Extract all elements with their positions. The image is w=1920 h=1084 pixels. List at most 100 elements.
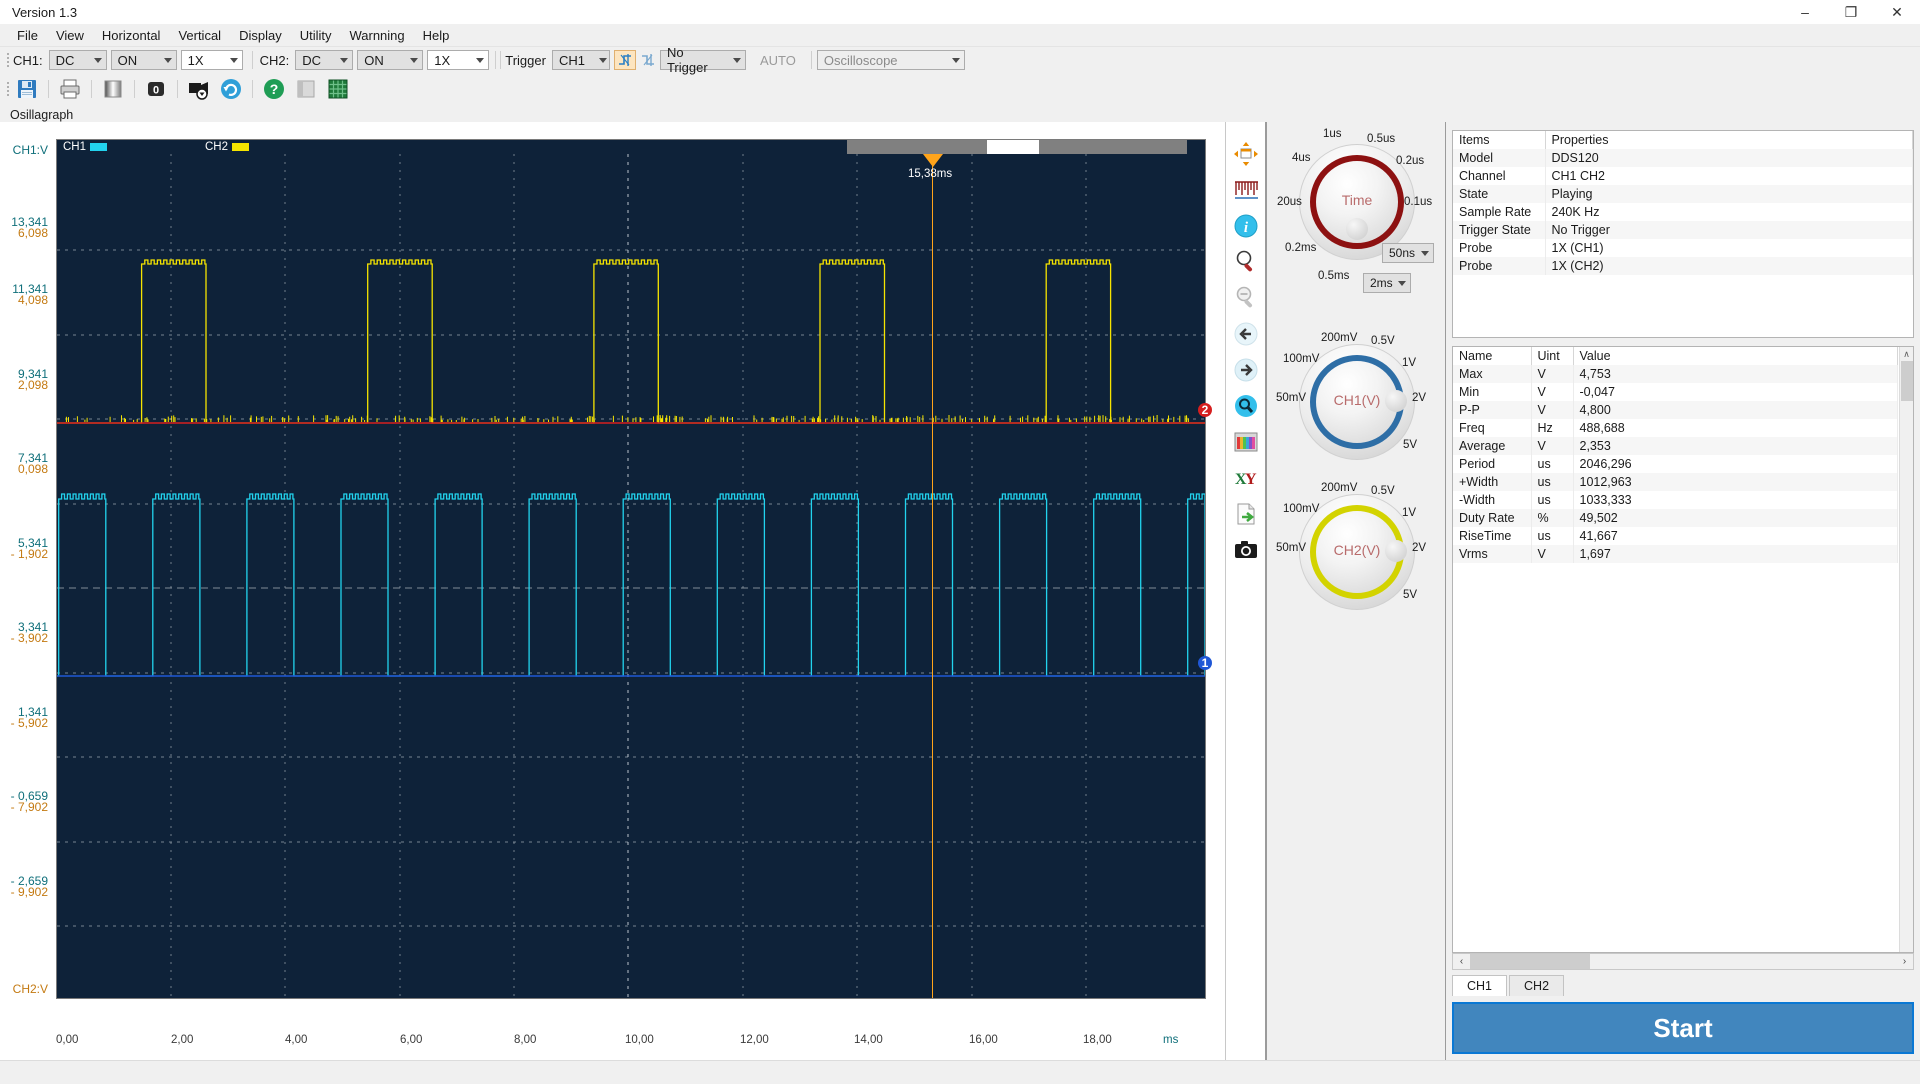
table-row[interactable]: -Width us 1033,333: [1453, 491, 1898, 509]
scrollbar-track[interactable]: [1590, 954, 1896, 969]
grid-icon[interactable]: [324, 75, 352, 103]
chevron-down-icon: [94, 58, 102, 63]
table-row[interactable]: +Width us 1012,963: [1453, 473, 1898, 491]
ch1-state-select[interactable]: ON: [111, 50, 177, 70]
zoom-in-icon[interactable]: [1231, 247, 1261, 277]
x-tick-8: 16,00: [969, 1034, 998, 1046]
table-row[interactable]: Average V 2,353: [1453, 437, 1898, 455]
waveform-plot[interactable]: CH1 CH2 15,38ms 2 1: [56, 139, 1206, 999]
arrow-left-icon[interactable]: [1231, 319, 1261, 349]
ch2-probe-select[interactable]: 1X: [427, 50, 489, 70]
scroll-right-arrow-icon[interactable]: ›: [1896, 954, 1913, 969]
property-cell: Sample Rate: [1453, 203, 1545, 221]
trigger-marker-icon[interactable]: [923, 154, 943, 167]
time-tick-02ms: 0.2ms: [1285, 242, 1316, 254]
menu-item-file[interactable]: File: [8, 25, 47, 46]
ruler-icon[interactable]: [1231, 175, 1261, 205]
measurements-vertical-scrollbar[interactable]: ∧: [1899, 347, 1913, 952]
panel-icon[interactable]: [292, 75, 320, 103]
property-cell: CH1 CH2: [1545, 167, 1913, 185]
toolbar-grip[interactable]: [4, 51, 11, 69]
ch2-coupling-select[interactable]: DC: [295, 50, 353, 70]
horizontal-scrollbar[interactable]: [847, 140, 1187, 154]
time-base-select[interactable]: 2ms: [1363, 273, 1411, 293]
zoom-out-icon[interactable]: [1231, 283, 1261, 313]
scroll-left-arrow-icon[interactable]: ‹: [1453, 954, 1470, 969]
toolbar-grip[interactable]: [4, 80, 11, 98]
print-icon[interactable]: [56, 75, 84, 103]
tab-osillagraph[interactable]: Osillagraph: [4, 107, 79, 122]
scrollbar-thumb[interactable]: [1470, 954, 1590, 969]
ch1-coupling-select[interactable]: DC: [49, 50, 107, 70]
property-cell: State: [1453, 185, 1545, 203]
start-button[interactable]: Start: [1452, 1002, 1914, 1054]
chevron-down-icon: [733, 58, 741, 63]
menu-item-utility[interactable]: Utility: [291, 25, 341, 46]
table-row[interactable]: Probe 1X (CH1): [1453, 239, 1913, 257]
falling-edge-trigger-icon[interactable]: [637, 50, 659, 70]
ch1-tick-5v: 5V: [1403, 439, 1417, 451]
tab-ch2[interactable]: CH2: [1509, 975, 1564, 996]
trigger-source-select[interactable]: CH1: [552, 50, 610, 70]
search-icon[interactable]: [1231, 391, 1261, 421]
maximize-button[interactable]: ❐: [1828, 0, 1874, 24]
scrollbar-thumb[interactable]: [987, 140, 1039, 154]
save-icon[interactable]: [13, 75, 41, 103]
camera-icon[interactable]: [1231, 535, 1261, 565]
refresh-icon[interactable]: [217, 75, 245, 103]
menu-item-display[interactable]: Display: [230, 25, 291, 46]
table-row[interactable]: Probe 1X (CH2): [1453, 257, 1913, 275]
help-icon[interactable]: ?: [260, 75, 288, 103]
xy-mode-icon[interactable]: XY: [1231, 463, 1261, 493]
minimize-button[interactable]: –: [1782, 0, 1828, 24]
menu-item-horizontal[interactable]: Horizontal: [93, 25, 170, 46]
trigger-mode-select[interactable]: No Trigger: [660, 50, 746, 70]
divider: [252, 51, 253, 69]
table-row[interactable]: Max V 4,753: [1453, 365, 1898, 383]
ch2-state-select[interactable]: ON: [357, 50, 423, 70]
export-icon[interactable]: [1231, 499, 1261, 529]
menu-item-vertical[interactable]: Vertical: [169, 25, 230, 46]
move-icon[interactable]: [1231, 139, 1261, 169]
table-row[interactable]: Sample Rate 240K Hz: [1453, 203, 1913, 221]
table-row[interactable]: Model DDS120: [1453, 149, 1913, 167]
settings-bar: CH1: DC ON 1X CH2: DC ON 1X Trigger CH1 …: [0, 47, 1920, 73]
time-fine-select[interactable]: 50ns: [1382, 243, 1434, 263]
record-icon[interactable]: [185, 75, 213, 103]
gradient-icon[interactable]: [99, 75, 127, 103]
rising-edge-trigger-icon[interactable]: [614, 50, 636, 70]
table-row[interactable]: Channel CH1 CH2: [1453, 167, 1913, 185]
device-select[interactable]: Oscilloscope: [817, 50, 965, 70]
table-row[interactable]: State Playing: [1453, 185, 1913, 203]
zero-icon[interactable]: 0: [142, 75, 170, 103]
table-row[interactable]: Trigger State No Trigger: [1453, 221, 1913, 239]
x-tick-1: 2,00: [171, 1034, 193, 1046]
y-tick-ch2-7: - 7,902: [0, 802, 48, 813]
cursor-handle-2[interactable]: 2: [1198, 403, 1212, 417]
chevron-down-icon: [952, 58, 960, 63]
chevron-down-icon: [476, 58, 484, 63]
table-row[interactable]: RiseTime us 41,667: [1453, 527, 1898, 545]
table-row[interactable]: Freq Hz 488,688: [1453, 419, 1898, 437]
menu-item-warnning[interactable]: Warnning: [340, 25, 413, 46]
table-row[interactable]: Vrms V 1,697: [1453, 545, 1898, 563]
arrow-right-icon[interactable]: [1231, 355, 1261, 385]
tab-ch1[interactable]: CH1: [1452, 975, 1507, 996]
table-row[interactable]: P-P V 4,800: [1453, 401, 1898, 419]
cursor-handle-1[interactable]: 1: [1198, 656, 1212, 670]
menu-item-view[interactable]: View: [47, 25, 93, 46]
scroll-up-arrow-icon[interactable]: ∧: [1900, 347, 1913, 361]
measurement-cell: P-P: [1453, 401, 1531, 419]
data-panel-horizontal-scrollbar[interactable]: ‹ ›: [1452, 953, 1914, 970]
time-knob-pointer: [1346, 218, 1368, 240]
measurement-cell: 2,353: [1573, 437, 1898, 455]
menu-item-help[interactable]: Help: [414, 25, 459, 46]
table-row[interactable]: Min V -0,047: [1453, 383, 1898, 401]
table-row[interactable]: Duty Rate% 49,502: [1453, 509, 1898, 527]
close-button[interactable]: ✕: [1874, 0, 1920, 24]
ch1-probe-select[interactable]: 1X: [181, 50, 243, 70]
color-palette-icon[interactable]: [1231, 427, 1261, 457]
table-row[interactable]: Period us 2046,296: [1453, 455, 1898, 473]
scrollbar-thumb[interactable]: [1901, 361, 1913, 401]
info-icon[interactable]: i: [1231, 211, 1261, 241]
